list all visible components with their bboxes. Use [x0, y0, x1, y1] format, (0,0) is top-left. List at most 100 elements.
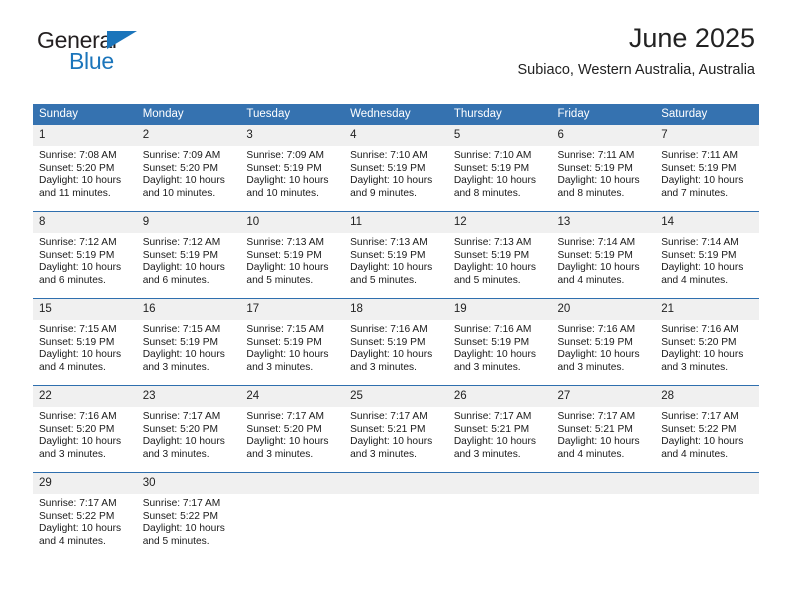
day-number: 19: [447, 299, 552, 320]
calendar-day-cell[interactable]: 1 Sunrise: 7:08 AM Sunset: 5:20 PM Daylight…: [33, 125, 137, 212]
sunrise-time: Sunrise: 7:17 AM: [142, 498, 221, 509]
calendar-day-cell[interactable]: 30 Sunrise: 7:17 AM Sunset: 5:22 PM Dayligh…: [136, 472, 241, 559]
day-number: 2: [136, 125, 241, 146]
day-details: Sunrise: 7:08 AM Sunset: 5:20 PM Daylight:…: [33, 146, 137, 200]
sunset-time: Sunset: 5:19 PM: [661, 249, 737, 261]
calendar-day-cell[interactable]: 13 Sunrise: 7:14 AM Sunset: 5:19 PM Dayligh…: [551, 211, 656, 299]
daylight-line-1: Daylight: 10 hours: [142, 262, 225, 274]
daylight-line-2: and 3 minutes.: [661, 361, 729, 373]
daylight-line-2: and 6 minutes.: [39, 274, 106, 286]
day-number: [447, 473, 552, 494]
sunrise-time: Sunrise: 7:16 AM: [557, 324, 636, 335]
day-number: 5: [447, 125, 552, 146]
calendar-day-cell[interactable]: 24 Sunrise: 7:17 AM Sunset: 5:20 PM Dayligh…: [240, 385, 345, 473]
sunrise-time: Sunrise: 7:16 AM: [350, 324, 428, 335]
day-details: Sunrise: 7:11 AM Sunset: 5:19 PM Daylight:…: [655, 146, 759, 200]
calendar-day-cell[interactable]: 7 Sunrise: 7:11 AM Sunset: 5:19 PM Daylight…: [655, 125, 759, 212]
calendar-day-cell[interactable]: 3 Sunrise: 7:09 AM Sunset: 5:19 PM Daylight…: [240, 125, 345, 212]
sunset-time: Sunset: 5:19 PM: [661, 162, 737, 174]
calendar-day-cell[interactable]: 16 Sunrise: 7:15 AM Sunset: 5:19 PM Dayligh…: [136, 298, 241, 386]
calendar-day-cell[interactable]: 26 Sunrise: 7:17 AM Sunset: 5:21 PM Dayligh…: [447, 385, 552, 473]
calendar-day-cell[interactable]: 2 Sunrise: 7:09 AM Sunset: 5:20 PM Daylight…: [136, 125, 241, 212]
calendar-day-cell[interactable]: 10 Sunrise: 7:13 AM Sunset: 5:19 PM Dayligh…: [240, 211, 345, 299]
day-details: Sunrise: 7:17 AM Sunset: 5:21 PM Daylight:…: [344, 407, 448, 461]
calendar-week-row: 22 Sunrise: 7:16 AM Sunset: 5:20 PM Dayligh…: [33, 385, 759, 473]
daylight-line-1: Daylight: 10 hours: [350, 349, 433, 361]
calendar-day-cell[interactable]: 14 Sunrise: 7:14 AM Sunset: 5:19 PM Dayligh…: [655, 211, 759, 299]
day-number: 11: [344, 212, 448, 233]
calendar-day-cell[interactable]: 23 Sunrise: 7:17 AM Sunset: 5:20 PM Dayligh…: [136, 385, 241, 473]
daylight-line-1: Daylight: 10 hours: [661, 349, 744, 361]
daylight-line-2: and 9 minutes.: [350, 187, 417, 199]
calendar-header-row: Sunday Monday Tuesday Wednesday Thursday Frid…: [33, 104, 759, 125]
calendar-day-cell[interactable]: 28 Sunrise: 7:17 AM Sunset: 5:22 PM Dayligh…: [655, 385, 759, 473]
day-number: 15: [33, 299, 137, 320]
sunset-time: Sunset: 5:19 PM: [557, 162, 633, 174]
sunrise-time: Sunrise: 7:12 AM: [39, 237, 117, 248]
daylight-line-2: and 3 minutes.: [350, 448, 417, 460]
day-number: 24: [240, 386, 345, 407]
sunset-time: Sunset: 5:20 PM: [39, 162, 115, 174]
daylight-line-2: and 3 minutes.: [453, 448, 521, 460]
general-blue-logo[interactable]: General Blue: [37, 27, 187, 79]
sunset-time: Sunset: 5:19 PM: [453, 336, 530, 348]
daylight-line-2: and 8 minutes.: [557, 187, 625, 199]
sunset-time: Sunset: 5:22 PM: [142, 510, 219, 522]
calendar-day-cell[interactable]: 19 Sunrise: 7:16 AM Sunset: 5:19 PM Dayligh…: [447, 298, 552, 386]
day-details: Sunrise: 7:17 AM Sunset: 5:20 PM Daylight:…: [240, 407, 344, 461]
daylight-line-1: Daylight: 10 hours: [350, 436, 433, 448]
day-number: 17: [240, 299, 345, 320]
sunset-time: Sunset: 5:19 PM: [246, 249, 322, 261]
calendar-day-cell[interactable]: 12 Sunrise: 7:13 AM Sunset: 5:19 PM Dayligh…: [447, 211, 552, 299]
sunrise-time: Sunrise: 7:16 AM: [39, 411, 117, 422]
day-details: Sunrise: 7:11 AM Sunset: 5:19 PM Daylight:…: [552, 146, 656, 200]
day-number: [240, 473, 345, 494]
daylight-line-2: and 3 minutes.: [453, 361, 521, 373]
daylight-line-2: and 4 minutes.: [661, 274, 729, 286]
calendar-day-cell[interactable]: 27 Sunrise: 7:17 AM Sunset: 5:21 PM Dayligh…: [551, 385, 656, 473]
sunrise-time: Sunrise: 7:17 AM: [661, 411, 739, 422]
day-details: Sunrise: 7:15 AM Sunset: 5:19 PM Daylight:…: [137, 320, 241, 374]
sunset-time: Sunset: 5:19 PM: [350, 336, 426, 348]
daylight-line-1: Daylight: 10 hours: [661, 436, 744, 448]
calendar-day-cell[interactable]: 18 Sunrise: 7:16 AM Sunset: 5:19 PM Dayligh…: [344, 298, 448, 386]
calendar-day-cell[interactable]: 5 Sunrise: 7:10 AM Sunset: 5:19 PM Daylight…: [447, 125, 552, 212]
daylight-line-2: and 4 minutes.: [661, 448, 729, 460]
daylight-line-1: Daylight: 10 hours: [142, 523, 225, 535]
calendar-day-cell[interactable]: 11 Sunrise: 7:13 AM Sunset: 5:19 PM Dayligh…: [344, 211, 448, 299]
page-title: June 2025: [628, 23, 755, 53]
sunset-time: Sunset: 5:19 PM: [142, 336, 219, 348]
calendar-day-cell[interactable]: 21 Sunrise: 7:16 AM Sunset: 5:20 PM Dayligh…: [655, 298, 759, 386]
sunset-time: Sunset: 5:19 PM: [557, 249, 633, 261]
sunrise-time: Sunrise: 7:16 AM: [453, 324, 532, 335]
calendar-day-cell[interactable]: 29 Sunrise: 7:17 AM Sunset: 5:22 PM Dayligh…: [33, 472, 137, 559]
day-details: Sunrise: 7:17 AM Sunset: 5:22 PM Daylight:…: [33, 494, 137, 548]
sunrise-time: Sunrise: 7:14 AM: [557, 237, 636, 248]
calendar-day-cell[interactable]: 9 Sunrise: 7:12 AM Sunset: 5:19 PM Daylight…: [136, 211, 241, 299]
day-number: 12: [447, 212, 552, 233]
day-number: [655, 473, 759, 494]
calendar-day-cell[interactable]: 20 Sunrise: 7:16 AM Sunset: 5:19 PM Dayligh…: [551, 298, 656, 386]
sunrise-time: Sunrise: 7:17 AM: [246, 411, 324, 422]
day-details: Sunrise: 7:17 AM Sunset: 5:21 PM Daylight:…: [552, 407, 656, 461]
calendar-day-cell[interactable]: 6 Sunrise: 7:11 AM Sunset: 5:19 PM Daylight…: [551, 125, 656, 212]
sunset-time: Sunset: 5:19 PM: [557, 336, 633, 348]
day-number: [344, 473, 448, 494]
daylight-line-2: and 5 minutes.: [246, 274, 314, 286]
day-details: Sunrise: 7:13 AM Sunset: 5:19 PM Daylight:…: [344, 233, 448, 287]
calendar-day-cell[interactable]: 15 Sunrise: 7:15 AM Sunset: 5:19 PM Dayligh…: [33, 298, 137, 386]
daylight-line-1: Daylight: 10 hours: [142, 436, 225, 448]
sunset-time: Sunset: 5:21 PM: [453, 423, 530, 435]
weekday-header-sunday: Sunday: [33, 104, 137, 125]
calendar-table: Sunday Monday Tuesday Wednesday Thursday Frid…: [33, 104, 759, 559]
sunset-time: Sunset: 5:19 PM: [350, 162, 426, 174]
sunset-time: Sunset: 5:19 PM: [39, 336, 115, 348]
calendar-day-cell[interactable]: 8 Sunrise: 7:12 AM Sunset: 5:19 PM Daylight…: [33, 211, 137, 299]
calendar-day-cell[interactable]: 25 Sunrise: 7:17 AM Sunset: 5:21 PM Dayligh…: [344, 385, 448, 473]
calendar-day-cell[interactable]: 22 Sunrise: 7:16 AM Sunset: 5:20 PM Dayligh…: [33, 385, 137, 473]
calendar-day-cell[interactable]: 17 Sunrise: 7:15 AM Sunset: 5:19 PM Dayligh…: [240, 298, 345, 386]
day-number: [551, 473, 656, 494]
sunset-time: Sunset: 5:19 PM: [246, 162, 322, 174]
calendar-day-cell-empty: [447, 472, 552, 559]
calendar-day-cell[interactable]: 4 Sunrise: 7:10 AM Sunset: 5:19 PM Daylight…: [344, 125, 448, 212]
